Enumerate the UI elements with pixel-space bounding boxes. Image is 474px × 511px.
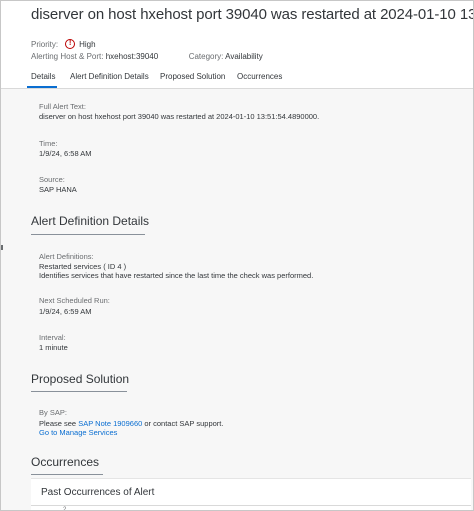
alert-detail-window: diserver on host hxehost port 39040 was … [0,0,474,511]
occurrences-count: 2 [63,507,67,511]
host-value: hxehost:39040 [105,52,159,61]
manage-services-link[interactable]: Go to Manage Services [39,428,117,437]
proposed-solution-section-title: Proposed Solution [31,372,130,386]
exclamation-circle-icon: ! [65,39,76,49]
section-divider [31,474,103,475]
object-page-header: diserver on host hxehost port 39040 was … [1,1,473,89]
panel-divider [31,505,471,506]
definition-description: Identifies services that have restarted … [39,271,314,280]
tab-proposed-solution[interactable]: Proposed Solution [160,72,225,81]
solution-text: Please see SAP Note 1909660 or contact S… [39,419,223,428]
tab-bar: Details Alert Definition Details Propose… [1,68,473,89]
alert-definition-section-title: Alert Definition Details [31,214,150,228]
interval-value: 1 minute [39,343,68,352]
host-label: Alerting Host & Port: [31,52,104,61]
priority-value: High [79,39,96,49]
occurrences-section-title: Occurrences [31,455,100,469]
source-label: Source: [39,175,65,184]
past-occurrences-panel: Past Occurrences of Alert 2 [31,478,471,511]
category-value: Availability [225,52,263,61]
section-divider [31,391,127,392]
category-label: Category: [188,52,224,61]
priority-label: Priority: [31,39,59,49]
header-attributes: Alerting Host & Port: hxehost:39040 Cate… [31,52,263,61]
tab-details[interactable]: Details [31,72,55,81]
section-divider [31,234,145,235]
next-run-label: Next Scheduled Run: [39,296,110,305]
by-sap-label: By SAP: [39,408,67,417]
interval-label: Interval: [39,333,66,342]
past-occurrences-title: Past Occurrences of Alert [41,487,155,498]
definition-name: Restarted services ( ID 4 ) [39,262,127,271]
page-content: Full Alert Text: diserver on host hxehos… [1,89,473,511]
window-edge-marker [1,245,3,250]
priority-row: Priority: ! High [31,39,96,49]
full-alert-text-label: Full Alert Text: [39,102,86,111]
source-value: SAP HANA [39,185,77,194]
time-value: 1/9/24, 6:58 AM [39,149,92,158]
time-label: Time: [39,139,58,148]
solution-text-prefix: Please see [39,419,79,428]
alert-definitions-label: Alert Definitions: [39,252,94,261]
page-title: diserver on host hxehost port 39040 was … [31,6,473,23]
solution-text-suffix: or contact SAP support. [142,419,224,428]
tab-alert-definition-details[interactable]: Alert Definition Details [70,72,149,81]
full-alert-text-value: diserver on host hxehost port 39040 was … [39,112,320,121]
next-run-value: 1/9/24, 6:59 AM [39,307,92,316]
tab-occurrences[interactable]: Occurrences [237,72,282,81]
sap-note-link[interactable]: SAP Note 1909660 [78,419,142,428]
active-tab-indicator [27,86,57,88]
